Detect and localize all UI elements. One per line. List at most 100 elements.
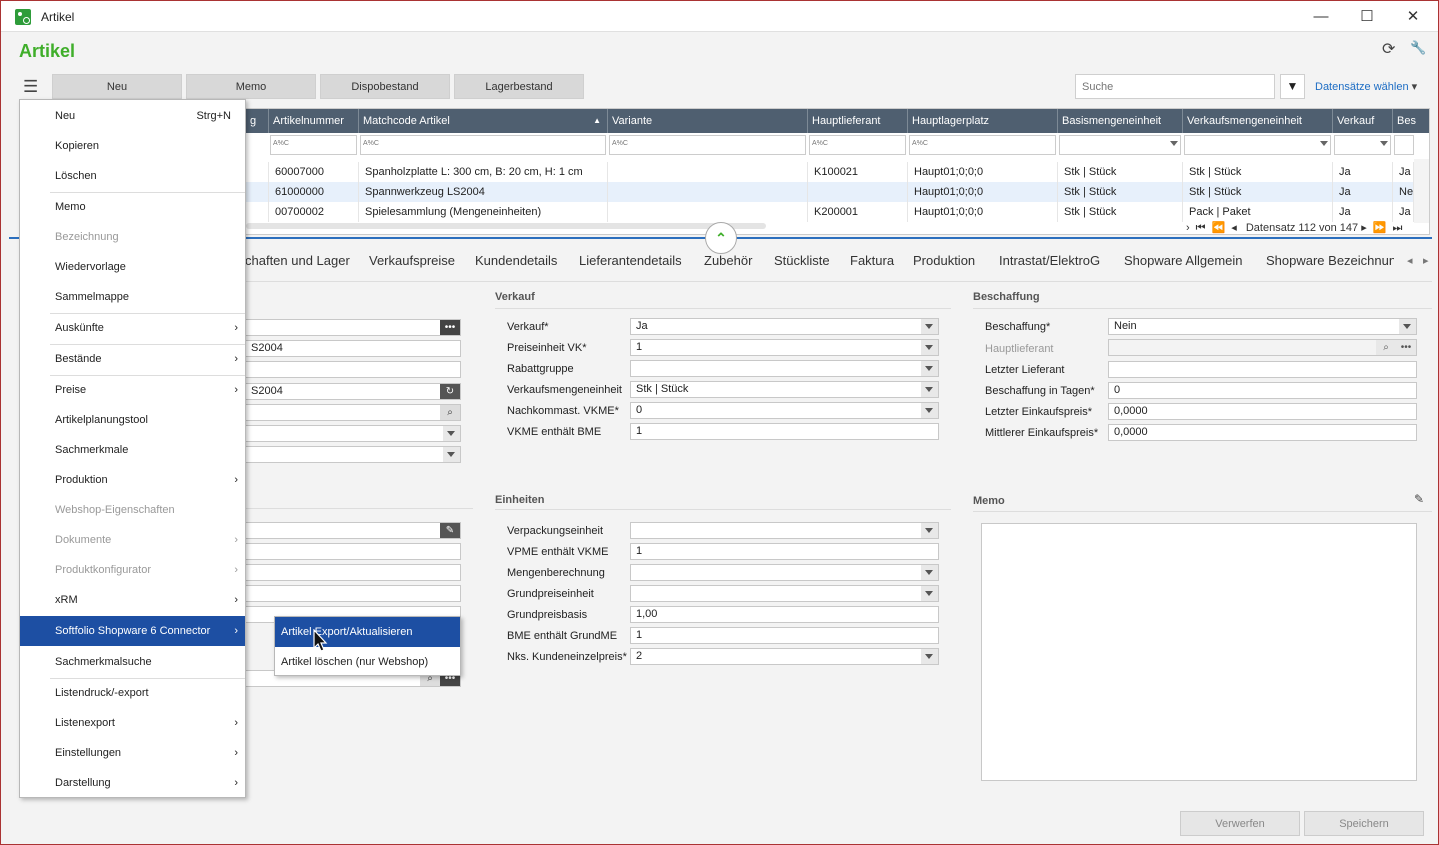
column-header-g[interactable]: g <box>246 109 269 133</box>
tab-scroll-right-icon[interactable]: ▸ <box>1423 254 1429 267</box>
table-row[interactable]: 60007000 Spanholzplatte L: 300 cm, B: 20… <box>246 162 1414 182</box>
column-header-hauptlieferant[interactable]: Hauptlieferant <box>808 109 908 133</box>
column-header-verkauf[interactable]: Verkauf <box>1333 109 1393 133</box>
menu-item-preise[interactable]: Preise › <box>20 375 245 405</box>
tab-stueckliste[interactable]: Stückliste <box>774 253 830 268</box>
tab-zubehoer[interactable]: Zubehör <box>704 253 752 268</box>
menu-item-sachmerkmale[interactable]: Sachmerkmale <box>20 435 245 465</box>
menu-item-auskuenfte[interactable]: Auskünfte › <box>20 313 245 343</box>
filter-dropdown-verkaufsmengeneinheit[interactable] <box>1184 135 1331 155</box>
verpackungseinheit-dropdown[interactable] <box>630 522 939 539</box>
menu-item-memo[interactable]: Memo <box>20 192 245 222</box>
left-dropdown-7[interactable] <box>245 446 461 463</box>
column-header-variante[interactable]: Variante <box>608 109 808 133</box>
grundpreisbasis-field[interactable]: 1,00 <box>630 606 939 623</box>
preiseinheit-vk-dropdown[interactable]: 1 <box>630 339 939 356</box>
column-header-artikelnummer[interactable]: Artikelnummer <box>269 109 359 133</box>
search-icon[interactable]: ⌕ <box>440 405 460 420</box>
column-header-matchcode[interactable]: Matchcode Artikel ▲ <box>359 109 608 133</box>
pager-nav-last-icons[interactable]: ▸⏩⏭ <box>1361 222 1408 234</box>
collapse-chevron-up-icon[interactable]: ⌃ <box>705 222 737 254</box>
left-field-5[interactable]: ⌕ <box>245 404 461 421</box>
menu-item-produktion[interactable]: Produktion › <box>20 465 245 495</box>
filter-dropdown-verkauf[interactable] <box>1334 135 1391 155</box>
filter-field-matchcode[interactable]: A%C <box>360 135 606 155</box>
column-header-bes[interactable]: Bes <box>1393 109 1429 133</box>
left-field-1[interactable]: ••• <box>245 319 461 336</box>
table-row-selected[interactable]: 61000000 Spannwerkzeug LS2004 Haupt01;0;… <box>246 182 1414 202</box>
submenu-item-artikel-export[interactable]: Artikel Export/Aktualisieren <box>275 617 460 647</box>
filter-field-hauptlieferant[interactable]: A%C <box>809 135 906 155</box>
horizontal-scrollbar[interactable] <box>246 223 766 229</box>
tab-shopware-allgemein[interactable]: Shopware Allgemein <box>1124 253 1243 268</box>
edit-pencil-icon[interactable]: ✎ <box>440 523 460 538</box>
nks-kundeneinzelpreis-dropdown[interactable]: 2 <box>630 648 939 665</box>
pager-nav-first-icons[interactable]: ›⏮⏪◂ <box>1186 222 1243 234</box>
menu-item-listendruck-export[interactable]: Listendruck/-export <box>20 678 245 708</box>
menu-item-artikelplanungstool[interactable]: Artikelplanungstool <box>20 405 245 435</box>
rabattgruppe-dropdown[interactable] <box>630 360 939 377</box>
tab-scroll-left-icon[interactable]: ◂ <box>1407 254 1413 267</box>
beschaffung-in-tagen-field[interactable]: 0 <box>1108 382 1417 399</box>
menu-item-wiedervorlage[interactable]: Wiedervorlage <box>20 252 245 282</box>
tab-eigenschaften-lager[interactable]: chaften und Lager <box>245 253 350 268</box>
submenu-item-artikel-loeschen[interactable]: Artikel löschen (nur Webshop) <box>275 647 460 677</box>
search-input[interactable] <box>1075 74 1275 99</box>
column-header-verkaufsmengeneinheit[interactable]: Verkaufsmengeneinheit <box>1183 109 1333 133</box>
menu-item-sachmerkmalsuche[interactable]: Sachmerkmalsuche <box>20 647 245 677</box>
left-field-10[interactable] <box>245 564 461 581</box>
left-field-4[interactable]: S2004 ↻ <box>245 383 461 400</box>
tab-produktion[interactable]: Produktion <box>913 253 975 268</box>
vpme-enthaelt-vkme-field[interactable]: 1 <box>630 543 939 560</box>
beschaffung-dropdown[interactable]: Nein <box>1108 318 1417 335</box>
ellipsis-icon[interactable]: ••• <box>440 320 460 335</box>
left-field-2[interactable]: S2004 <box>245 340 461 357</box>
tab-faktura[interactable]: Faktura <box>850 253 894 268</box>
tab-verkaufspreise[interactable]: Verkaufspreise <box>369 253 455 268</box>
column-header-basismengeneinheit[interactable]: Basismengeneinheit <box>1058 109 1183 133</box>
menu-item-xrm[interactable]: xRM › <box>20 585 245 615</box>
memo-textarea[interactable] <box>981 523 1417 781</box>
tab-lieferantendetails[interactable]: Lieferantendetails <box>579 253 682 268</box>
menu-item-darstellung[interactable]: Darstellung › <box>20 768 245 798</box>
letzter-einkaufspreis-field[interactable]: 0,0000 <box>1108 403 1417 420</box>
menu-item-einstellungen[interactable]: Einstellungen › <box>20 738 245 768</box>
left-field-11[interactable] <box>245 585 461 602</box>
grundpreiseinheit-dropdown[interactable] <box>630 585 939 602</box>
menu-item-bestaende[interactable]: Bestände › <box>20 344 245 374</box>
maximize-button[interactable]: ☐ <box>1344 1 1390 32</box>
filter-field-variante[interactable]: A%C <box>609 135 806 155</box>
memo-button[interactable]: Memo <box>186 74 316 99</box>
wrench-icon[interactable]: 🔧 <box>1410 40 1426 56</box>
close-button[interactable]: ✕ <box>1390 1 1436 32</box>
refresh-icon[interactable]: ⟳ <box>1382 39 1395 59</box>
left-field-8[interactable]: ✎ <box>245 522 461 539</box>
bme-enthaelt-grundme-field[interactable]: 1 <box>630 627 939 644</box>
nachkommast-vkme-dropdown[interactable]: 0 <box>630 402 939 419</box>
menu-item-loeschen[interactable]: Löschen <box>20 161 245 191</box>
edit-pencil-icon[interactable]: ✎ <box>1414 492 1424 506</box>
discard-button[interactable]: Verwerfen <box>1180 811 1300 836</box>
hamburger-menu-icon[interactable]: ☰ <box>23 77 38 97</box>
tab-intrastat[interactable]: Intrastat/ElektroG <box>999 253 1100 268</box>
tab-kundendetails[interactable]: Kundendetails <box>475 253 557 268</box>
table-row[interactable]: 00700002 Spielesammlung (Mengeneinheiten… <box>246 202 1414 222</box>
left-field-9[interactable] <box>245 543 461 560</box>
menu-item-kopieren[interactable]: Kopieren <box>20 131 245 161</box>
verkauf-dropdown[interactable]: Ja <box>630 318 939 335</box>
minimize-button[interactable]: — <box>1298 1 1344 32</box>
tab-shopware-bezeichnung[interactable]: Shopware Bezeichnun <box>1266 253 1394 268</box>
dispobestand-button[interactable]: Dispobestand <box>320 74 450 99</box>
filter-field-hauptlagerplatz[interactable]: A%C <box>909 135 1056 155</box>
filter-field-bes[interactable] <box>1394 135 1414 155</box>
save-button[interactable]: Speichern <box>1304 811 1424 836</box>
new-button[interactable]: Neu <box>52 74 182 99</box>
refresh-icon[interactable]: ↻ <box>440 384 460 399</box>
vertical-scrollbar[interactable] <box>1414 159 1429 223</box>
verkaufsmengeneinheit-dropdown[interactable]: Stk | Stück <box>630 381 939 398</box>
select-records-link[interactable]: Datensätze wählen ▾ <box>1315 80 1417 93</box>
menu-item-neu[interactable]: Neu Strg+N <box>20 101 245 131</box>
left-field-3[interactable] <box>245 361 461 378</box>
mittlerer-einkaufspreis-field[interactable]: 0,0000 <box>1108 424 1417 441</box>
mengenberechnung-dropdown[interactable] <box>630 564 939 581</box>
